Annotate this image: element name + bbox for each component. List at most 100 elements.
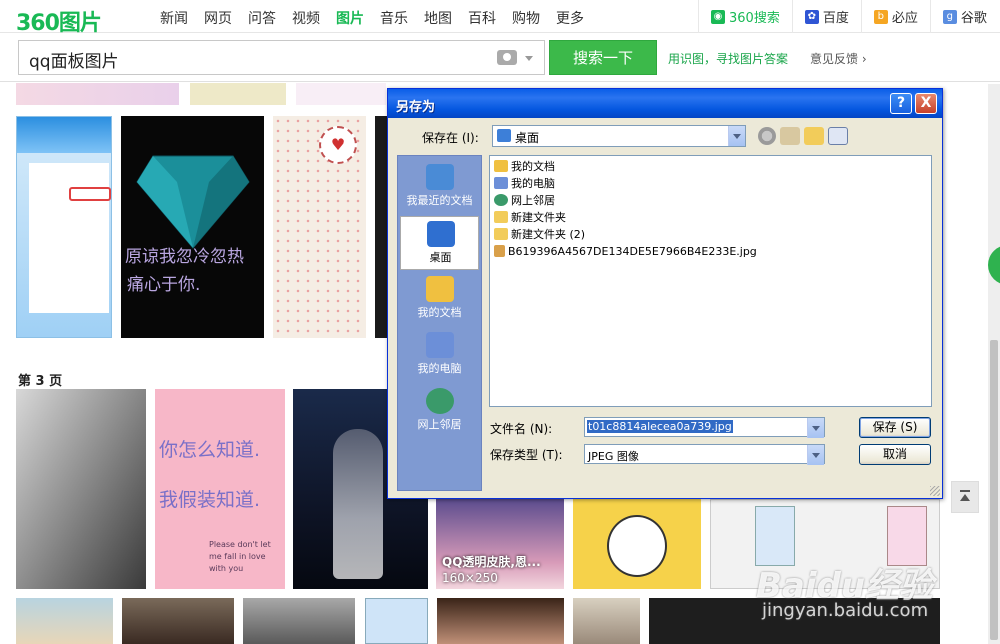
thumb-caption-size: 160×250 bbox=[442, 571, 498, 585]
image-thumbnail[interactable] bbox=[122, 598, 234, 644]
help-button[interactable]: ? bbox=[890, 93, 912, 114]
image-thumbnail[interactable] bbox=[375, 116, 387, 338]
engine-label: 必应 bbox=[891, 11, 918, 26]
back-to-top-button[interactable] bbox=[951, 481, 979, 513]
image-thumbnail[interactable] bbox=[437, 598, 564, 644]
page-number-label: 第 3 页 bbox=[18, 374, 63, 389]
qq-panel-tip bbox=[69, 187, 111, 201]
thumb-text: Please don't let me fall in love with yo… bbox=[209, 540, 271, 573]
place-desktop[interactable]: 桌面 bbox=[400, 216, 479, 270]
place-label: 网上邻居 bbox=[417, 418, 462, 431]
camera-icon[interactable] bbox=[497, 50, 517, 65]
search-bar-row: qq面板图片 搜索一下 用识图，寻找图片答案 意见反馈 › bbox=[0, 34, 1000, 82]
image-thumbnail[interactable] bbox=[243, 598, 355, 644]
folder-icon bbox=[494, 228, 508, 240]
my-computer-icon bbox=[494, 177, 508, 189]
image-thumbnail[interactable]: 你怎么知道. 我假装知道. Please don't let me fall i… bbox=[155, 389, 285, 589]
image-thumbnail[interactable] bbox=[16, 83, 179, 105]
save-as-dialog: 另存为 ? X 保存在 (I): 桌面 我最近的文档 桌面 我的文档 我的电脑 bbox=[387, 88, 943, 499]
resize-grip[interactable] bbox=[930, 486, 940, 496]
nav-link-shopping[interactable]: 购物 bbox=[512, 8, 540, 28]
engine-label: 谷歌 bbox=[960, 11, 987, 26]
search-input[interactable]: qq面板图片 bbox=[18, 40, 545, 75]
close-button[interactable]: X bbox=[915, 93, 937, 114]
file-name: B619396A4567DE134DE5E7966B4E233E.jpg bbox=[508, 244, 757, 258]
file-item[interactable]: 我的电脑 bbox=[494, 175, 555, 191]
network-places-icon bbox=[494, 194, 508, 206]
image-recognition-link[interactable]: 用识图，寻找图片答案 bbox=[668, 50, 788, 67]
place-label: 桌面 bbox=[429, 251, 452, 264]
image-thumbnail[interactable]: ♥ bbox=[273, 116, 366, 338]
image-thumbnail[interactable] bbox=[16, 598, 113, 644]
nav-link-news[interactable]: 新闻 bbox=[160, 8, 188, 28]
nav-link-music[interactable]: 音乐 bbox=[380, 8, 408, 28]
figure-silhouette bbox=[333, 429, 383, 579]
filename-field[interactable]: t01c8814alecea0a739.jpg bbox=[584, 417, 825, 438]
scrollbar-thumb[interactable] bbox=[990, 340, 998, 640]
place-label: 我的文档 bbox=[417, 306, 462, 319]
search-engine-switcher: ◉ 360搜索 ✿ 百度 b 必应 g 谷歌 bbox=[698, 0, 999, 33]
chevron-down-icon[interactable] bbox=[807, 445, 824, 465]
nav-link-images[interactable]: 图片 bbox=[336, 8, 364, 28]
recent-docs-icon bbox=[426, 164, 454, 190]
image-thumbnail[interactable]: 原谅我忽冷忽热 痛心于你. bbox=[121, 116, 264, 338]
image-thumbnail[interactable] bbox=[16, 389, 146, 589]
engine-label: 360搜索 bbox=[729, 11, 780, 26]
thumb-text: 原谅我忽冷忽热 bbox=[125, 247, 244, 267]
new-folder-icon[interactable] bbox=[804, 127, 824, 145]
my-documents-icon bbox=[494, 160, 508, 172]
image-thumbnail[interactable] bbox=[16, 116, 112, 338]
file-name: 我的文档 bbox=[511, 160, 555, 173]
file-list[interactable]: 我的文档 我的电脑 网上邻居 新建文件夹 新建文件夹 (2) B619396A4… bbox=[489, 155, 932, 407]
cancel-button[interactable]: 取消 bbox=[859, 444, 931, 465]
nav-link-qa[interactable]: 问答 bbox=[248, 8, 276, 28]
view-menu-icon[interactable] bbox=[828, 127, 848, 145]
engine-label: 百度 bbox=[822, 11, 849, 26]
file-item[interactable]: 网上邻居 bbox=[494, 192, 555, 208]
image-thumbnail[interactable]: QQ透明皮肤,恩... 160×250 bbox=[436, 499, 564, 589]
filetype-dropdown[interactable]: JPEG 图像 bbox=[584, 444, 825, 465]
feedback-link[interactable]: 意见反馈 › bbox=[810, 50, 867, 67]
site-logo[interactable]: 360图片 bbox=[16, 5, 102, 37]
place-my-documents[interactable]: 我的文档 bbox=[400, 272, 479, 326]
place-network[interactable]: 网上邻居 bbox=[400, 384, 479, 438]
qq-panel-header bbox=[17, 117, 111, 153]
nav-link-baike[interactable]: 百科 bbox=[468, 8, 496, 28]
file-name: 网上邻居 bbox=[511, 194, 555, 207]
nav-link-video[interactable]: 视频 bbox=[292, 8, 320, 28]
search-button[interactable]: 搜索一下 bbox=[549, 40, 657, 75]
engine-360[interactable]: ◉ 360搜索 bbox=[698, 0, 792, 33]
up-folder-icon[interactable] bbox=[780, 127, 800, 145]
file-item[interactable]: 新建文件夹 (2) bbox=[494, 226, 585, 242]
image-thumbnail[interactable] bbox=[190, 83, 286, 105]
image-thumbnail[interactable] bbox=[365, 598, 428, 644]
image-thumbnail[interactable] bbox=[573, 499, 701, 589]
save-button[interactable]: 保存 (S) bbox=[859, 417, 931, 438]
chevron-down-icon[interactable] bbox=[525, 56, 533, 61]
nav-link-web[interactable]: 网页 bbox=[204, 8, 232, 28]
file-name: 新建文件夹 bbox=[511, 211, 566, 224]
image-thumbnail[interactable] bbox=[573, 598, 640, 644]
place-my-computer[interactable]: 我的电脑 bbox=[400, 328, 479, 382]
engine-baidu[interactable]: ✿ 百度 bbox=[791, 0, 861, 33]
heart-icon: ♥ bbox=[319, 126, 357, 164]
engine-bing[interactable]: b 必应 bbox=[860, 0, 930, 33]
file-item[interactable]: B619396A4567DE134DE5E7966B4E233E.jpg bbox=[494, 243, 757, 259]
thumb-caption-title: QQ透明皮肤,恩... bbox=[442, 555, 541, 569]
file-item[interactable]: 我的文档 bbox=[494, 158, 555, 174]
place-recent-docs[interactable]: 我最近的文档 bbox=[400, 160, 479, 214]
nav-link-more[interactable]: 更多 bbox=[556, 8, 584, 28]
nav-link-map[interactable]: 地图 bbox=[424, 8, 452, 28]
chevron-down-icon[interactable] bbox=[807, 418, 824, 438]
filename-value: t01c8814alecea0a739.jpg bbox=[587, 420, 733, 433]
dialog-titlebar[interactable]: 另存为 ? X bbox=[388, 89, 942, 118]
image-thumbnail[interactable] bbox=[296, 83, 386, 105]
baidu-jingyan-watermark: Baidu经验 jingyan.baidu.com bbox=[738, 552, 958, 642]
back-icon[interactable] bbox=[758, 127, 776, 145]
diamond-graphic bbox=[136, 155, 250, 249]
save-in-label: 保存在 (I): bbox=[422, 131, 479, 145]
chevron-down-icon[interactable] bbox=[728, 126, 745, 146]
engine-google[interactable]: g 谷歌 bbox=[929, 0, 999, 33]
file-item[interactable]: 新建文件夹 bbox=[494, 209, 566, 225]
save-in-dropdown[interactable]: 桌面 bbox=[492, 125, 746, 147]
